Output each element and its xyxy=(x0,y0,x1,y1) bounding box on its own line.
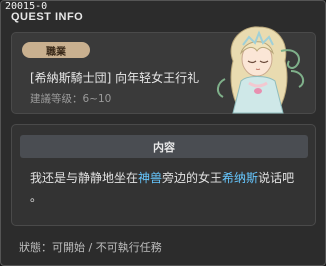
quest-description: 我还是与静静地坐在神兽旁边的女王希纳斯说话吧。 xyxy=(30,169,310,207)
content-card: 内容 我还是与静静地坐在神兽旁边的女王希纳斯说话吧。 xyxy=(11,124,316,226)
content-header: 内容 xyxy=(20,135,308,158)
description-text: 我还是与静静地坐在 xyxy=(30,171,139,185)
recommended-level: 建議等级：6~10 xyxy=(30,93,112,105)
description-text: 旁边的女王 xyxy=(162,171,223,185)
npc-portrait-icon xyxy=(217,26,305,114)
description-text: 。 xyxy=(30,190,43,204)
highlight-cygnus: 希纳斯 xyxy=(222,171,259,185)
quest-info-window: 20015-0 QUEST INFO 職業 [希納斯騎士団] 向年轻女王行礼 建… xyxy=(0,0,326,266)
description-text: 说话吧 xyxy=(258,171,295,185)
job-badge: 職業 xyxy=(22,42,90,58)
window-title: QUEST INFO xyxy=(11,11,84,23)
quest-status: 狀態：可開始 / 不可執行任務 xyxy=(19,241,162,254)
quest-name: [希納斯騎士団] 向年轻女王行礼 xyxy=(30,71,200,85)
highlight-sacred-beast: 神兽 xyxy=(138,171,163,185)
